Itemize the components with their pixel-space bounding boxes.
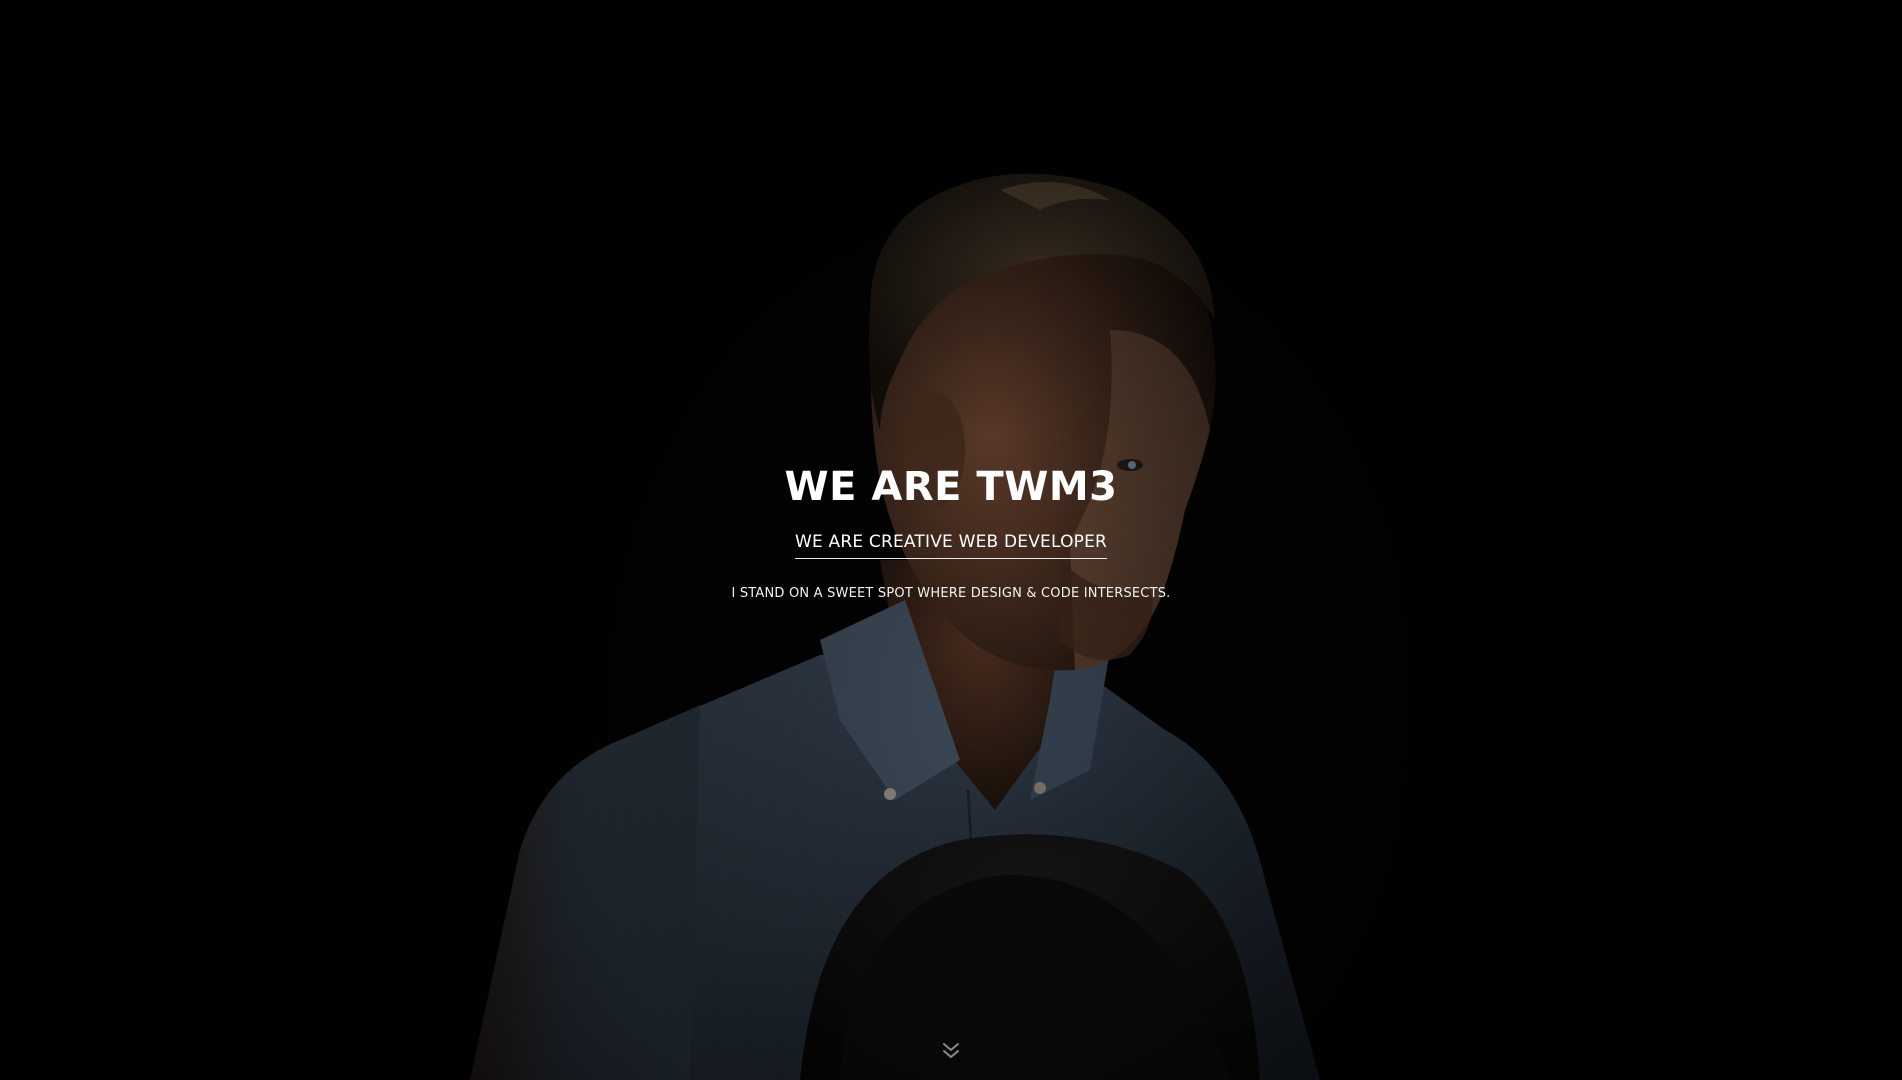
hero-content: WE ARE TWM3 WE ARE CREATIVE WEB DEVELOPE…	[0, 462, 1902, 603]
hero-title: WE ARE TWM3	[784, 464, 1118, 510]
hero-tagline: I STAND ON A SWEET SPOT WHERE DESIGN & C…	[731, 586, 1171, 601]
double-chevron-down-icon	[943, 1043, 959, 1058]
hero-subtitle: WE ARE CREATIVE WEB DEVELOPER	[794, 530, 1108, 559]
hero-subtitle-wrap: WE ARE CREATIVE WEB DEVELOPER	[0, 530, 1902, 559]
hero-section: WE ARE TWM3 WE ARE CREATIVE WEB DEVELOPE…	[0, 0, 1902, 1080]
scroll-down-button[interactable]	[941, 1041, 961, 1061]
